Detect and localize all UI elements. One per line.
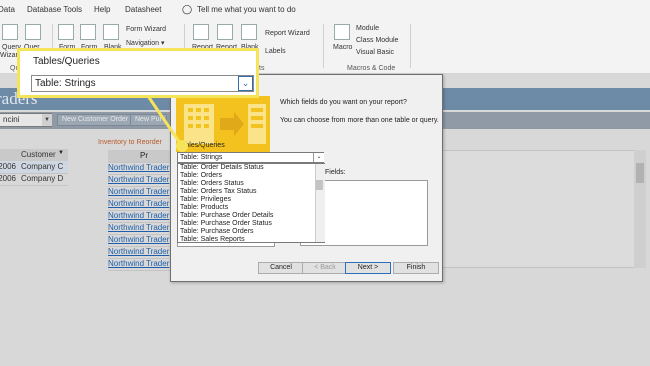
callout-pointer-dot — [176, 140, 188, 152]
chevron-down-icon[interactable]: ⌄ — [238, 76, 253, 91]
callout-label: Tables/Queries — [33, 56, 100, 67]
callout-select[interactable]: Table: Strings — [31, 75, 254, 92]
